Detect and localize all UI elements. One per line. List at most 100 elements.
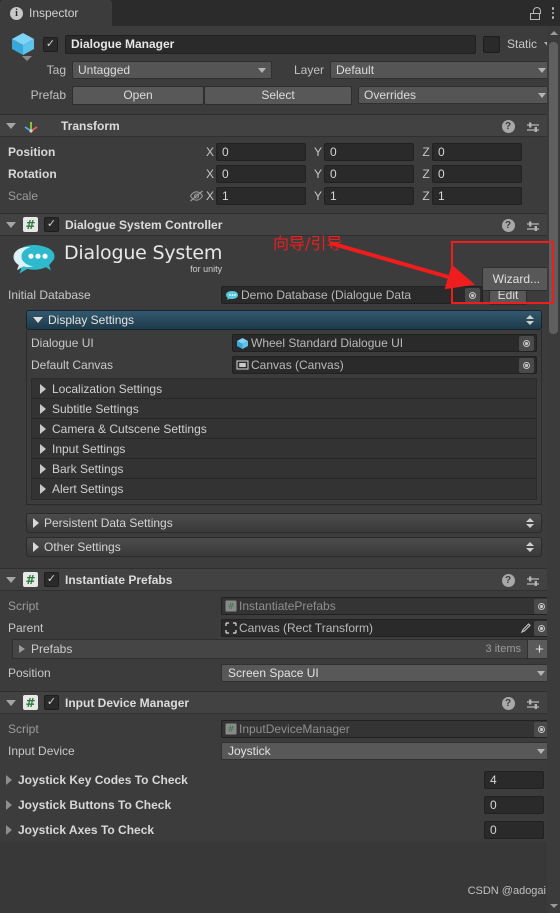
scale-z-input[interactable]: 1 — [432, 187, 522, 205]
foldout-arrow-icon[interactable] — [6, 699, 16, 706]
transform-axis-icon — [23, 118, 39, 134]
help-icon[interactable]: ? — [501, 219, 515, 232]
wizard-button[interactable]: Wizard... — [481, 267, 551, 291]
component-header-transform[interactable]: Transform ? — [0, 114, 560, 137]
position-y-input[interactable]: 0 — [324, 143, 414, 161]
object-picker-icon[interactable] — [519, 357, 534, 373]
joystick-key-codes-row: Joystick Key Codes To Check 4 — [4, 767, 552, 792]
chevron-down-icon — [538, 67, 546, 73]
dialogue-system-controller-body: Dialogue System for unity Wizard... Init… — [0, 236, 560, 568]
input-device-dropdown[interactable]: Joystick — [221, 742, 552, 760]
scroll-up-arrow-icon[interactable] — [549, 28, 558, 38]
initial-database-field[interactable]: Demo Database (Dialogue Data — [221, 286, 483, 304]
object-picker-icon[interactable] — [519, 335, 534, 351]
default-canvas-field[interactable]: Canvas (Canvas) — [232, 356, 537, 374]
position-x-input[interactable]: 0 — [216, 143, 306, 161]
prefabs-foldout[interactable]: Prefabs 3 items — [12, 639, 528, 659]
joystick-key-codes-size-input[interactable]: 4 — [484, 770, 544, 789]
help-icon[interactable]: ? — [501, 120, 515, 133]
eye-off-icon[interactable] — [188, 190, 204, 202]
preset-icon[interactable] — [526, 575, 540, 587]
dialogue-system-controller-enabled-checkbox[interactable]: ✓ — [44, 217, 59, 232]
transform-row-position: Position X 0 Y 0 Z 0 — [8, 141, 552, 163]
section-other-settings[interactable]: Other Settings — [26, 537, 542, 557]
subsection-alert-settings[interactable]: Alert Settings — [32, 479, 536, 499]
prefab-open-button[interactable]: Open — [72, 85, 204, 105]
scrollbar-thumb[interactable] — [549, 42, 558, 334]
vertical-scrollbar[interactable] — [547, 26, 560, 913]
subsection-bark-settings[interactable]: Bark Settings — [32, 459, 536, 479]
scroll-down-arrow-icon[interactable] — [549, 901, 558, 911]
foldout-arrow-icon[interactable] — [6, 221, 16, 228]
script-row: Script # InputDeviceManager — [8, 718, 552, 740]
tab-inspector[interactable]: i Inspector — [0, 0, 112, 26]
reorder-icon[interactable] — [526, 542, 534, 552]
component-header-instantiate-prefabs[interactable]: # ✓ Instantiate Prefabs ? — [0, 568, 560, 591]
preset-icon[interactable] — [526, 698, 540, 710]
joystick-axes-label: Joystick Axes To Check — [18, 822, 155, 837]
gameobject-name-input[interactable]: Dialogue Manager — [65, 34, 476, 54]
foldout-arrow-icon[interactable] — [6, 774, 12, 785]
kebab-menu-icon[interactable] — [551, 7, 554, 19]
subsection-localization-settings[interactable]: Localization Settings — [32, 379, 536, 399]
tag-dropdown[interactable]: Untagged — [72, 61, 272, 79]
help-icon[interactable]: ? — [501, 574, 515, 587]
static-label: Static — [506, 37, 537, 51]
layer-dropdown[interactable]: Default — [330, 61, 552, 79]
tag-layer-row: Tag Untagged Layer Default — [8, 59, 552, 81]
reorder-icon[interactable] — [526, 315, 534, 325]
scale-x-input[interactable]: 1 — [216, 187, 306, 205]
prefab-select-button[interactable]: Select — [204, 85, 352, 105]
object-picker-icon[interactable] — [465, 287, 480, 303]
foldout-arrow-icon[interactable] — [6, 122, 16, 129]
foldout-arrow-icon[interactable] — [6, 799, 12, 810]
lock-icon[interactable] — [529, 6, 541, 20]
initial-database-row: Initial Database Demo Database (Dialogue… — [8, 284, 552, 306]
position-z-input[interactable]: 0 — [432, 143, 522, 161]
subsection-input-settings[interactable]: Input Settings — [32, 439, 536, 459]
instantiate-prefabs-enabled-checkbox[interactable]: ✓ — [44, 572, 59, 587]
gameobject-enabled-checkbox[interactable]: ✓ — [43, 36, 58, 52]
joystick-buttons-size-input[interactable]: 0 — [484, 795, 544, 814]
subsection-label: Camera & Cutscene Settings — [52, 421, 207, 436]
default-canvas-value: Canvas (Canvas) — [251, 358, 344, 372]
cube-icon[interactable] — [10, 31, 36, 61]
script-field: # InputDeviceManager — [221, 720, 552, 738]
cs-script-icon: # — [225, 600, 237, 612]
display-settings-header[interactable]: Display Settings — [26, 310, 542, 330]
transform-row-rotation: Rotation X 0 Y 0 Z 0 — [8, 163, 552, 185]
position-row: Position Screen Space UI — [8, 662, 552, 684]
foldout-arrow-icon[interactable] — [6, 824, 12, 835]
rotation-x-input[interactable]: 0 — [216, 165, 306, 183]
rotation-y-input[interactable]: 0 — [324, 165, 414, 183]
position-dropdown[interactable]: Screen Space UI — [221, 664, 552, 682]
joystick-axes-size-input[interactable]: 0 — [484, 820, 544, 839]
joystick-key-codes-label: Joystick Key Codes To Check — [18, 772, 188, 787]
parent-field[interactable]: Canvas (Rect Transform) — [221, 619, 552, 637]
prefab-label: Prefab — [30, 88, 66, 102]
foldout-arrow-icon[interactable] — [6, 576, 16, 583]
layer-value: Default — [336, 63, 375, 77]
transform-row-scale: Scale X 1 Y 1 Z 1 — [8, 185, 552, 207]
script-label: Script — [8, 599, 39, 613]
help-icon[interactable]: ? — [501, 697, 515, 710]
preset-icon[interactable] — [526, 220, 540, 232]
subsection-camera-cutscene-settings[interactable]: Camera & Cutscene Settings — [32, 419, 536, 439]
joystick-buttons-label: Joystick Buttons To Check — [18, 797, 172, 812]
prefab-overrides-dropdown[interactable]: Overrides — [358, 86, 552, 104]
joystick-buttons-row: Joystick Buttons To Check 0 — [4, 792, 552, 817]
rotation-z-input[interactable]: 0 — [432, 165, 522, 183]
static-checkbox[interactable] — [482, 35, 500, 53]
scale-y-input[interactable]: 1 — [324, 187, 414, 205]
reorder-icon[interactable] — [526, 518, 534, 528]
dialogue-ui-field[interactable]: Wheel Standard Dialogue UI — [232, 334, 537, 352]
component-header-input-device-manager[interactable]: # ✓ Input Device Manager ? — [0, 691, 560, 714]
inspector-tabbar: i Inspector — [0, 0, 560, 26]
subsection-subtitle-settings[interactable]: Subtitle Settings — [32, 399, 536, 419]
edit-pencil-icon[interactable] — [520, 622, 532, 634]
preset-icon[interactable] — [526, 121, 540, 133]
input-device-manager-enabled-checkbox[interactable]: ✓ — [44, 695, 59, 710]
section-persistent-data-settings[interactable]: Persistent Data Settings — [26, 513, 542, 533]
tabbar-actions — [529, 0, 554, 26]
input-device-manager-title: Input Device Manager — [65, 695, 190, 710]
